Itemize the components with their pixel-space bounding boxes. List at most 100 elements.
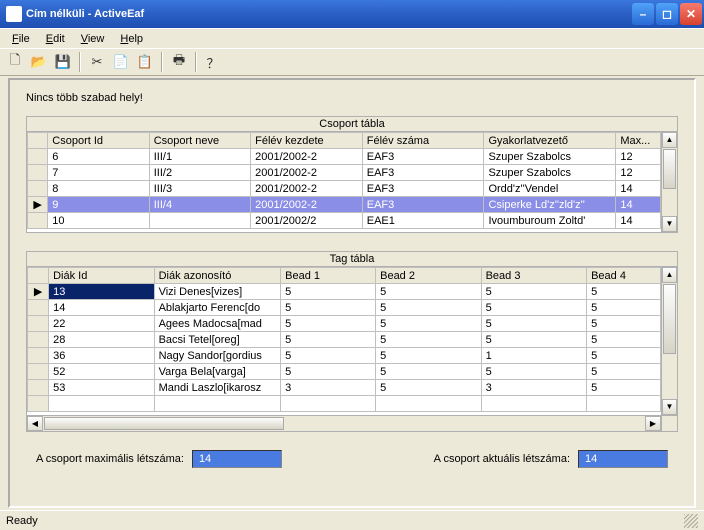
row-header[interactable] [28, 181, 48, 197]
table-cell[interactable]: 2001/2002-2 [251, 149, 363, 165]
table-cell[interactable]: 5 [376, 300, 481, 316]
row-header[interactable]: ▶ [28, 197, 48, 213]
row-header[interactable] [28, 165, 48, 181]
member-grid[interactable]: Diák IdDiák azonosítóBead 1Bead 2Bead 3B… [27, 267, 661, 412]
hscrollbar[interactable]: ◀ ▶ [27, 415, 677, 431]
table-cell[interactable]: III/4 [149, 197, 250, 213]
menu-file[interactable]: File [4, 31, 38, 47]
scroll-down-icon[interactable]: ▼ [662, 399, 677, 415]
table-cell[interactable]: EAF3 [362, 197, 484, 213]
table-cell[interactable]: 22 [49, 316, 154, 332]
table-cell[interactable]: Szuper Szabolcs [484, 149, 616, 165]
table-cell[interactable]: III/1 [149, 149, 250, 165]
table-cell[interactable]: Mandi Laszlo[ikarosz [154, 380, 281, 396]
row-header[interactable] [28, 149, 48, 165]
table-cell[interactable]: 5 [376, 316, 481, 332]
table-cell[interactable]: 5 [481, 284, 586, 300]
column-header[interactable]: Diák Id [49, 268, 154, 284]
row-header[interactable] [28, 396, 49, 412]
table-cell[interactable]: 28 [49, 332, 154, 348]
save-icon[interactable]: 💾 [52, 51, 74, 73]
table-row[interactable]: 6III/12001/2002-2EAF3Szuper Szabolcs12 [28, 149, 661, 165]
minimize-button[interactable]: – [632, 3, 654, 25]
table-cell[interactable]: 52 [49, 364, 154, 380]
row-header[interactable] [28, 213, 48, 229]
table-cell[interactable]: 5 [481, 364, 586, 380]
table-cell[interactable]: 3 [481, 380, 586, 396]
row-header[interactable] [28, 380, 49, 396]
table-cell[interactable]: 5 [376, 380, 481, 396]
row-header[interactable] [28, 348, 49, 364]
table-row[interactable]: 53Mandi Laszlo[ikarosz3535 [28, 380, 661, 396]
table-row[interactable]: 7III/22001/2002-2EAF3Szuper Szabolcs12 [28, 165, 661, 181]
column-header[interactable]: Diák azonosító [154, 268, 281, 284]
table-cell[interactable]: 1 [481, 348, 586, 364]
table-row[interactable]: 8III/32001/2002-2EAF3Ordd'z''Vendel14 [28, 181, 661, 197]
table-row[interactable] [28, 396, 661, 412]
table-cell[interactable]: 5 [587, 380, 661, 396]
scroll-up-icon[interactable]: ▲ [662, 132, 677, 148]
column-header[interactable]: Bead 2 [376, 268, 481, 284]
table-row[interactable]: 102001/2002/2EAE1Ivoumburoum Zoltd'14 [28, 213, 661, 229]
scroll-down-icon[interactable]: ▼ [662, 216, 677, 232]
table-cell[interactable]: 5 [481, 332, 586, 348]
table-cell[interactable]: 5 [281, 300, 376, 316]
table-cell[interactable]: 9 [48, 197, 149, 213]
table-cell[interactable]: Vizi Denes[vizes] [154, 284, 281, 300]
about-icon[interactable]: ？ [202, 51, 224, 73]
table-cell[interactable] [481, 396, 586, 412]
table-cell[interactable]: 5 [587, 364, 661, 380]
vscrollbar[interactable]: ▲ ▼ [661, 132, 677, 232]
paste-icon[interactable]: 📋 [134, 51, 156, 73]
table-cell[interactable] [587, 396, 661, 412]
scroll-thumb[interactable] [44, 417, 284, 430]
close-button[interactable]: ✕ [680, 3, 702, 25]
table-cell[interactable]: EAF3 [362, 165, 484, 181]
table-cell[interactable]: Szuper Szabolcs [484, 165, 616, 181]
table-cell[interactable]: 5 [481, 316, 586, 332]
table-cell[interactable]: EAE1 [362, 213, 484, 229]
table-cell[interactable] [149, 213, 250, 229]
menu-help[interactable]: Help [112, 31, 151, 47]
table-cell[interactable]: Ivoumburoum Zoltd' [484, 213, 616, 229]
table-cell[interactable]: 12 [616, 165, 661, 181]
table-cell[interactable]: 5 [281, 284, 376, 300]
column-header[interactable]: Max... [616, 133, 661, 149]
table-cell[interactable]: 5 [376, 284, 481, 300]
table-cell[interactable]: 5 [587, 332, 661, 348]
table-cell[interactable]: III/2 [149, 165, 250, 181]
table-cell[interactable]: EAF3 [362, 181, 484, 197]
group-grid[interactable]: Csoport IdCsoport neveFélév kezdeteFélév… [27, 132, 661, 229]
resize-grip-icon[interactable] [684, 514, 698, 528]
table-cell[interactable]: 7 [48, 165, 149, 181]
table-cell[interactable]: 14 [616, 213, 661, 229]
scroll-right-icon[interactable]: ▶ [645, 416, 661, 431]
table-row[interactable]: 52Varga Bela[varga]5555 [28, 364, 661, 380]
table-cell[interactable]: 5 [281, 332, 376, 348]
scroll-left-icon[interactable]: ◀ [27, 416, 43, 431]
table-cell[interactable]: 5 [281, 316, 376, 332]
cut-icon[interactable]: ✂ [86, 51, 108, 73]
table-cell[interactable]: III/3 [149, 181, 250, 197]
new-icon[interactable]: 🗋 [4, 51, 26, 73]
table-cell[interactable]: 5 [587, 316, 661, 332]
row-header[interactable] [28, 316, 49, 332]
open-icon[interactable]: 📂 [28, 51, 50, 73]
print-icon[interactable]: 🖶 [168, 51, 190, 73]
table-row[interactable]: 22Agees Madocsa[mad5555 [28, 316, 661, 332]
table-cell[interactable] [154, 396, 281, 412]
table-cell[interactable]: 14 [616, 181, 661, 197]
column-header[interactable]: Bead 3 [481, 268, 586, 284]
maximize-button[interactable]: ◻ [656, 3, 678, 25]
table-row[interactable]: 36Nagy Sandor[gordius5515 [28, 348, 661, 364]
scroll-thumb[interactable] [663, 149, 676, 189]
table-row[interactable]: 28Bacsi Tetel[oreg]5555 [28, 332, 661, 348]
vscrollbar[interactable]: ▲ ▼ [661, 267, 677, 415]
table-cell[interactable]: 2001/2002-2 [251, 181, 363, 197]
table-cell[interactable]: EAF3 [362, 149, 484, 165]
row-header[interactable] [28, 332, 49, 348]
menu-edit[interactable]: Edit [38, 31, 73, 47]
table-row[interactable]: ▶13Vizi Denes[vizes]5555 [28, 284, 661, 300]
table-cell[interactable]: 12 [616, 149, 661, 165]
table-cell[interactable]: 5 [587, 284, 661, 300]
